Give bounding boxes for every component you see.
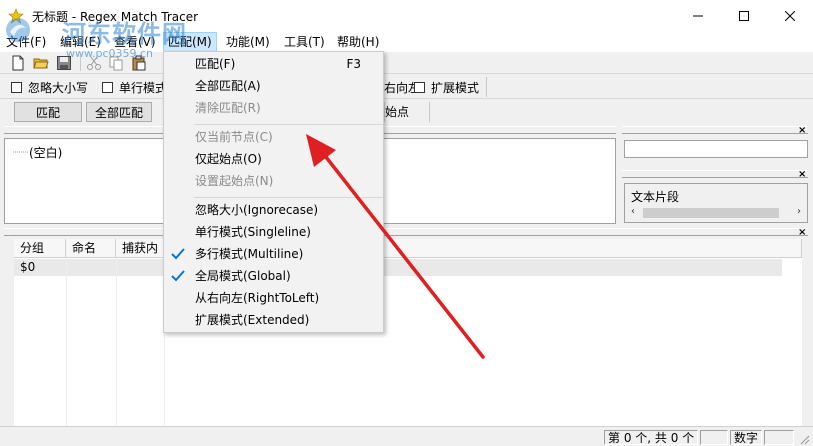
scroll-right-icon[interactable]: ›	[797, 206, 801, 217]
checkbox-box	[102, 81, 113, 93]
toolbar-separator	[486, 77, 487, 97]
menu-function[interactable]: 功能(M)	[222, 32, 274, 52]
results-panel-header	[4, 228, 808, 236]
menu-item-match-all[interactable]: 全部匹配(A)	[164, 75, 383, 97]
match-button[interactable]: 匹配	[14, 102, 82, 122]
right-bottom-panel-header	[622, 170, 808, 178]
checkmark-icon	[171, 270, 185, 282]
tree-node-root[interactable]: (空白)	[29, 144, 62, 161]
open-folder-icon[interactable]	[33, 55, 49, 71]
scrollbar-thumb[interactable]	[643, 208, 779, 218]
close-icon[interactable]: ×	[798, 126, 806, 136]
singleline-checkbox[interactable]: 单行模式	[102, 78, 167, 96]
menu-item-label: 多行模式(Multiline)	[195, 247, 304, 261]
paste-icon[interactable]	[131, 55, 147, 71]
menu-item-current-node-only[interactable]: 仅当前节点(C)	[164, 126, 383, 148]
text-fragment-scrollbar[interactable]: ‹ ›	[629, 206, 805, 220]
text-fragment-label: 文本片段	[631, 190, 680, 204]
column-header-capture[interactable]: 捕获内	[116, 239, 164, 258]
resize-grip-icon[interactable]	[798, 433, 810, 445]
maximize-button[interactable]	[721, 0, 767, 32]
text-fragment-group: 文本片段 ‹ ›	[624, 183, 808, 223]
status-pane-empty	[764, 430, 794, 445]
copy-icon[interactable]	[108, 55, 124, 71]
menu-item-label: 全局模式(Global)	[195, 269, 291, 283]
close-icon	[785, 11, 795, 21]
minimize-button[interactable]	[675, 0, 721, 32]
menu-item-ignorecase[interactable]: 忽略大小(Ignorecase)	[164, 199, 383, 221]
checkbox-box	[11, 81, 22, 93]
menu-separator	[194, 197, 383, 198]
ignorecase-checkbox[interactable]: 忽略大小写	[11, 78, 88, 96]
extended-checkbox[interactable]: 扩展模式	[414, 78, 479, 96]
standard-toolbar	[0, 52, 813, 74]
right-top-panel-header	[622, 126, 808, 134]
menu-item-right-to-left[interactable]: 从右向左(RightToLeft)	[164, 287, 383, 309]
action-toolbar: 匹配 全部匹配 始点	[0, 100, 813, 124]
menu-item-label: 匹配(F)	[195, 57, 236, 71]
options-toolbar: 忽略大小写 单行模式 右向左 扩展模式	[0, 75, 813, 99]
extended-label: 扩展模式	[431, 80, 480, 95]
singleline-label: 单行模式	[119, 80, 168, 95]
checkmark-icon	[171, 248, 185, 260]
checkbox-box	[414, 81, 425, 93]
numlock-status: 数字	[730, 430, 762, 445]
menu-item-extended[interactable]: 扩展模式(Extended)	[164, 309, 383, 331]
match-menu-dropdown: 匹配(F) F3 全部匹配(A) 清除匹配(R) 仅当前节点(C) 仅起始点(O…	[163, 51, 384, 333]
menu-item-match[interactable]: 匹配(F) F3	[164, 53, 383, 75]
close-icon[interactable]: ×	[798, 228, 806, 238]
watermark-logo-icon	[6, 18, 30, 42]
new-file-icon[interactable]	[10, 55, 26, 71]
column-divider	[116, 258, 117, 427]
menu-item-start-point-only[interactable]: 仅起始点(O)	[164, 148, 383, 170]
start-point-button[interactable]: 始点	[384, 102, 430, 122]
minimize-icon	[693, 15, 703, 17]
cut-icon[interactable]	[86, 55, 102, 71]
table-row[interactable]: $0	[14, 259, 782, 276]
menu-item-multiline[interactable]: 多行模式(Multiline)	[164, 243, 383, 265]
tree-connector	[13, 151, 29, 153]
menu-item-singleline[interactable]: 单行模式(Singleline)	[164, 221, 383, 243]
toolbar-separator	[80, 55, 81, 71]
maximize-icon	[739, 11, 749, 21]
column-header-group[interactable]: 分组	[14, 239, 66, 258]
match-count-status: 第 0 个, 共 0 个	[604, 430, 698, 445]
scroll-left-icon[interactable]: ‹	[631, 206, 635, 217]
menu-item-set-start-point[interactable]: 设置起始点(N)	[164, 170, 383, 192]
menu-item-clear-match[interactable]: 清除匹配(R)	[164, 97, 383, 119]
menu-help[interactable]: 帮助(H)	[333, 32, 383, 52]
watermark-site-name: 河东软件网	[62, 20, 187, 48]
results-grid[interactable]: 分组 命名 捕获内 $0	[14, 239, 802, 427]
cell-group: $0	[20, 260, 36, 274]
close-icon[interactable]: ×	[798, 170, 806, 180]
menu-item-shortcut: F3	[346, 57, 361, 71]
close-button[interactable]	[767, 0, 813, 32]
status-pane-empty	[700, 430, 728, 445]
column-divider	[66, 258, 67, 427]
save-icon[interactable]	[56, 55, 72, 71]
match-all-button[interactable]: 全部匹配	[86, 102, 152, 122]
ignorecase-label: 忽略大小写	[28, 80, 89, 95]
right-top-input[interactable]	[624, 140, 808, 158]
menu-separator	[194, 124, 383, 125]
menu-item-global[interactable]: 全局模式(Global)	[164, 265, 383, 287]
status-bar: 第 0 个, 共 0 个 数字	[0, 426, 813, 446]
menu-tools[interactable]: 工具(T)	[280, 32, 329, 52]
column-header-name[interactable]: 命名	[66, 239, 116, 258]
